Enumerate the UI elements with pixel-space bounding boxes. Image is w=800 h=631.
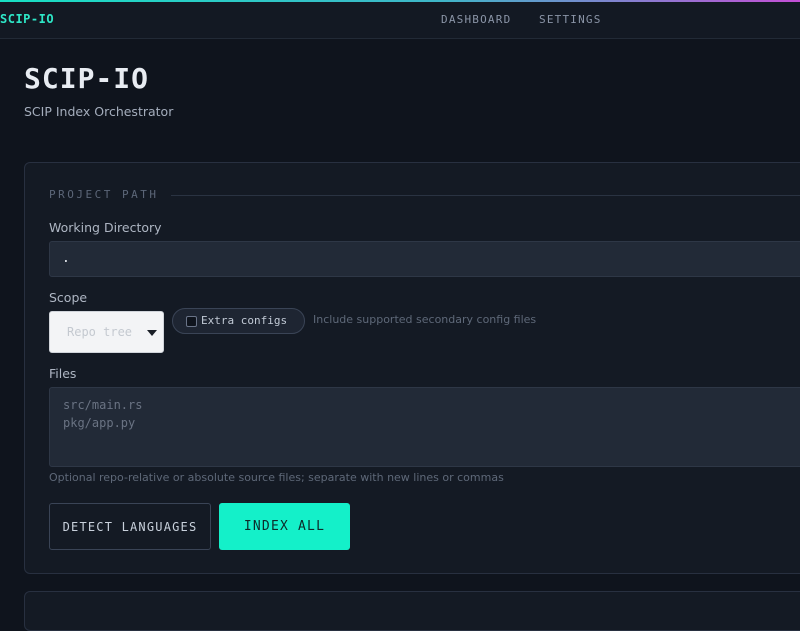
brand-logo[interactable]: SCIP-IO [0, 12, 54, 26]
page-subtitle: SCIP Index Orchestrator [24, 104, 174, 119]
files-placeholder-line: pkg/app.py [63, 416, 136, 430]
scope-label: Scope [49, 290, 88, 305]
section-title: PROJECT PATH [49, 188, 159, 201]
working-directory-input[interactable]: . [49, 241, 800, 277]
files-label: Files [49, 366, 77, 381]
nav-dashboard[interactable]: DASHBOARD [441, 13, 511, 26]
scope-select[interactable]: Repo tree [49, 311, 164, 353]
nav-settings[interactable]: SETTINGS [539, 13, 602, 26]
next-card [24, 591, 800, 631]
files-hint: Optional repo-relative or absolute sourc… [49, 471, 504, 484]
index-all-button[interactable]: INDEX ALL [219, 503, 350, 550]
chevron-down-icon [147, 330, 157, 336]
files-placeholder-line: src/main.rs [63, 398, 143, 412]
extra-configs-toggle[interactable]: Extra configs [172, 308, 305, 334]
scope-selected-value: Repo tree [67, 325, 133, 339]
files-textarea[interactable]: src/main.rs pkg/app.py [49, 387, 800, 467]
page-title: SCIP-IO [24, 62, 150, 95]
detect-languages-button[interactable]: DETECT LANGUAGES [49, 503, 211, 550]
extra-configs-checkbox[interactable] [186, 316, 197, 327]
top-nav-bar: SCIP-IO DASHBOARD SETTINGS [0, 2, 800, 39]
extra-configs-label: Extra configs [201, 314, 288, 327]
extra-configs-hint: Include supported secondary config files [313, 313, 537, 326]
working-directory-label: Working Directory [49, 220, 162, 235]
section-divider [171, 195, 800, 196]
